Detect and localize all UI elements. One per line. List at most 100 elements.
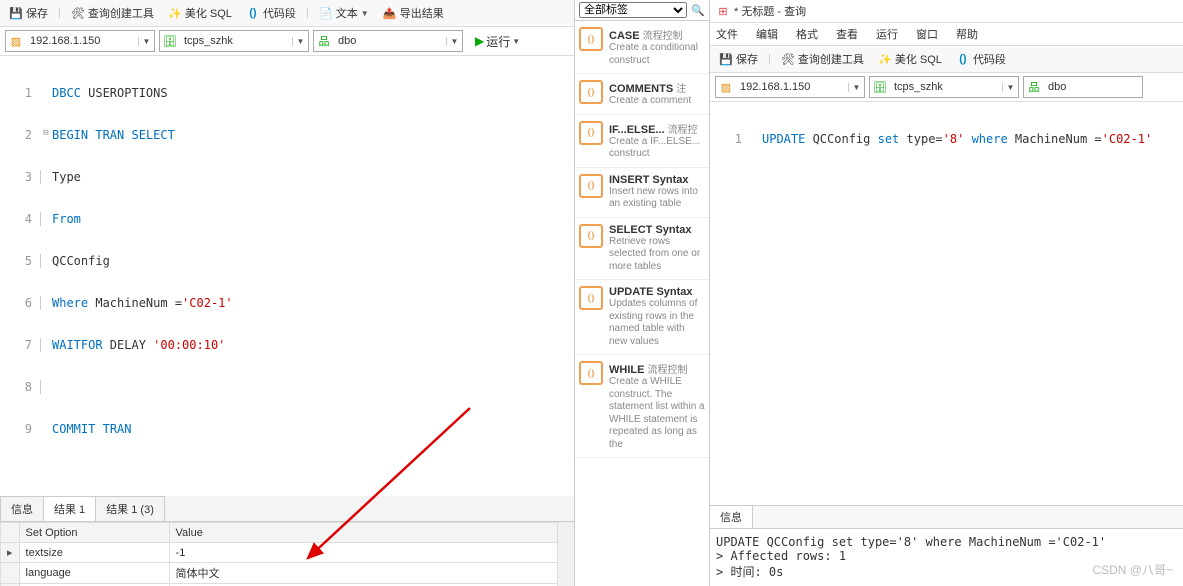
cell-key: language bbox=[19, 563, 169, 584]
snippet-title: WHILE 流程控制 bbox=[609, 361, 705, 376]
table-row[interactable]: ▸textsize-1 bbox=[1, 543, 558, 563]
tab-info[interactable]: 信息 bbox=[0, 496, 44, 521]
snippet-desc: Retrieve rows selected from one or more … bbox=[609, 236, 705, 274]
query-builder-icon: 🛠 bbox=[71, 6, 85, 20]
schema-icon: 品 bbox=[314, 33, 334, 49]
snippet-title: COMMENTS 注 bbox=[609, 80, 691, 95]
db-select[interactable]: 🗄tcps_szhk▼ bbox=[159, 30, 309, 52]
snippet-item[interactable]: ()CASE 流程控制Create a conditional construc… bbox=[575, 21, 709, 74]
right-pane: ⊞ * 无标题 - 查询 文件 编辑 格式 查看 运行 窗口 帮助 💾保存 | … bbox=[710, 0, 1183, 586]
left-pane: 💾保存 | 🛠查询创建工具 ✨美化 SQL ()代码段 | 📄文本 ▼ 📤导出结… bbox=[0, 0, 575, 586]
right-editor[interactable]: 1UPDATE QCConfig set type='8' where Mach… bbox=[710, 102, 1183, 505]
menu-help[interactable]: 帮助 bbox=[956, 26, 978, 42]
menu-format[interactable]: 格式 bbox=[796, 26, 818, 42]
schema-text: dbo bbox=[334, 35, 360, 47]
tag-select[interactable]: 全部标签 bbox=[579, 2, 687, 18]
table-row[interactable]: language简体中文 bbox=[1, 563, 558, 584]
tab-result-1-3[interactable]: 结果 1 (3) bbox=[95, 496, 165, 521]
tab-result-1[interactable]: 结果 1 bbox=[43, 496, 96, 521]
watermark: CSDN @八哥~ bbox=[1092, 561, 1173, 578]
snippet-icon: () bbox=[579, 27, 603, 51]
message-tabs: 信息 bbox=[710, 505, 1183, 529]
chevron-down-icon: ▼ bbox=[138, 37, 154, 46]
database-icon: 🗄 bbox=[160, 35, 180, 48]
cell-key: textsize bbox=[19, 543, 169, 563]
cell-value: 简体中文 bbox=[169, 563, 557, 584]
run-button[interactable]: ▶运行▼ bbox=[471, 31, 524, 52]
snippet-item[interactable]: ()UPDATE Syntax Updates columns of exist… bbox=[575, 280, 709, 355]
snippet-pane: 全部标签 🔍 ()CASE 流程控制Create a conditional c… bbox=[575, 0, 710, 586]
snippet-item[interactable]: ()INSERT Syntax Insert new rows into an … bbox=[575, 168, 709, 218]
host-select[interactable]: ▨192.168.1.150▼ bbox=[5, 30, 155, 52]
snippet-icon: () bbox=[579, 80, 603, 104]
beautify-button[interactable]: ✨美化 SQL bbox=[874, 49, 946, 69]
snippet-filter: 全部标签 🔍 bbox=[575, 0, 709, 21]
query-builder-icon: 🛠 bbox=[781, 52, 795, 66]
snippet-item[interactable]: () WHILE 流程控制Create a WHILE construct. Th… bbox=[575, 355, 709, 458]
col-value[interactable]: Value bbox=[169, 523, 557, 543]
query-builder-button[interactable]: 🛠查询创建工具 bbox=[777, 49, 868, 69]
save-icon: 💾 bbox=[719, 52, 733, 66]
menu-edit[interactable]: 编辑 bbox=[756, 26, 778, 42]
left-editor[interactable]: 1DBCC USEROPTIONS 2⊟BEGIN TRAN SELECT 3T… bbox=[0, 56, 574, 466]
tab-message[interactable]: 信息 bbox=[710, 506, 753, 528]
db-select[interactable]: 🗄tcps_szhk▼ bbox=[869, 76, 1019, 98]
table-header-row: Set Option Value bbox=[1, 523, 558, 543]
snippet-item[interactable]: () SELECT Syntax Retrieve rows selected f… bbox=[575, 218, 709, 281]
snippet-title: UPDATE Syntax bbox=[609, 286, 705, 298]
left-toolbar: 💾保存 | 🛠查询创建工具 ✨美化 SQL ()代码段 | 📄文本 ▼ 📤导出结… bbox=[0, 0, 574, 27]
save-button[interactable]: 💾保存 bbox=[715, 49, 762, 69]
snippet-item[interactable]: ()COMMENTS 注Create a comment bbox=[575, 74, 709, 115]
title-bar: ⊞ * 无标题 - 查询 bbox=[710, 0, 1183, 23]
host-select[interactable]: ▨192.168.1.150▼ bbox=[715, 76, 865, 98]
menu-bar: 文件 编辑 格式 查看 运行 窗口 帮助 bbox=[710, 23, 1183, 46]
query-builder-label: 查询创建工具 bbox=[88, 5, 154, 21]
scrollbar[interactable] bbox=[558, 522, 574, 586]
export-label: 导出结果 bbox=[400, 5, 444, 21]
text-button[interactable]: 📄文本 ▼ bbox=[315, 3, 373, 23]
run-label: 运行 bbox=[486, 33, 510, 50]
save-button[interactable]: 💾保存 bbox=[5, 3, 52, 23]
text-label: 文本 bbox=[336, 5, 358, 21]
beautify-button[interactable]: ✨美化 SQL bbox=[164, 3, 236, 23]
chevron-down-icon: ▼ bbox=[848, 83, 864, 92]
col-set-option[interactable]: Set Option bbox=[19, 523, 169, 543]
schema-select[interactable]: 品dbo bbox=[1023, 76, 1143, 98]
brackets-icon: () bbox=[246, 6, 260, 20]
snippet-desc: Create a IF...ELSE... construct bbox=[609, 136, 705, 161]
menu-window[interactable]: 窗口 bbox=[916, 26, 938, 42]
snippet-desc: Insert new rows into an existing table bbox=[609, 186, 705, 211]
left-connection-row: ▨192.168.1.150▼ 🗄tcps_szhk▼ 品dbo▼ ▶运行▼ bbox=[0, 27, 574, 56]
cell-value: -1 bbox=[169, 543, 557, 563]
snippet-button[interactable]: ()代码段 bbox=[952, 49, 1010, 69]
snippet-button[interactable]: ()代码段 bbox=[242, 3, 300, 23]
right-connection-row: ▨192.168.1.150▼ 🗄tcps_szhk▼ 品dbo bbox=[710, 73, 1183, 102]
export-button[interactable]: 📤导出结果 bbox=[379, 3, 448, 23]
menu-file[interactable]: 文件 bbox=[716, 26, 738, 42]
result-tabs: 信息 结果 1 结果 1 (3) bbox=[0, 496, 574, 522]
host-text: 192.168.1.150 bbox=[26, 35, 104, 47]
magic-icon: ✨ bbox=[168, 6, 182, 20]
schema-select[interactable]: 品dbo▼ bbox=[313, 30, 463, 52]
save-icon: 💾 bbox=[9, 6, 23, 20]
right-toolbar: 💾保存 | 🛠查询创建工具 ✨美化 SQL ()代码段 bbox=[710, 46, 1183, 73]
server-icon: ▨ bbox=[716, 81, 736, 94]
search-icon[interactable]: 🔍 bbox=[691, 3, 705, 17]
brackets-icon: () bbox=[956, 52, 970, 66]
snippet-item[interactable]: ()IF...ELSE... 流程控Create a IF...ELSE... … bbox=[575, 115, 709, 168]
beautify-label: 美化 SQL bbox=[185, 5, 232, 21]
magic-icon: ✨ bbox=[878, 52, 892, 66]
menu-view[interactable]: 查看 bbox=[836, 26, 858, 42]
snippet-desc: Create a WHILE construct. The statement … bbox=[609, 376, 705, 451]
snippet-icon: () bbox=[579, 286, 603, 310]
menu-run[interactable]: 运行 bbox=[876, 26, 898, 42]
db-text: tcps_szhk bbox=[180, 35, 237, 47]
window-title: * 无标题 - 查询 bbox=[734, 3, 806, 19]
snippet-icon: () bbox=[579, 174, 603, 198]
schema-icon: 品 bbox=[1024, 79, 1044, 95]
snippet-icon: () bbox=[579, 361, 603, 385]
query-builder-button[interactable]: 🛠查询创建工具 bbox=[67, 3, 158, 23]
snippet-title: IF...ELSE... 流程控 bbox=[609, 121, 705, 136]
snippet-title: SELECT Syntax bbox=[609, 224, 705, 236]
snippet-icon: () bbox=[579, 224, 603, 248]
